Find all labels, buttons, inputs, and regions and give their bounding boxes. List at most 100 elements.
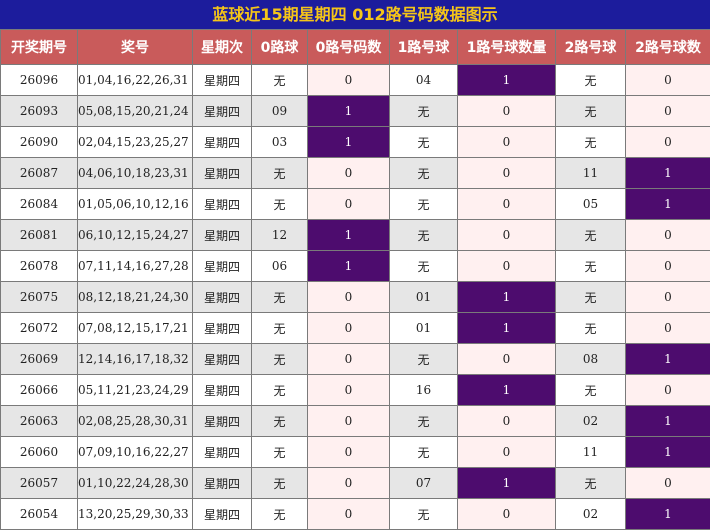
weekday-cell: 星期四 (192, 126, 252, 158)
numbers-cell: 05,11,21,23,24,29 16 (77, 374, 193, 406)
route1-count-cell: 1 (457, 64, 556, 96)
route1-ball-cell: 无 (389, 188, 458, 220)
route0-count-cell: 0 (307, 498, 390, 530)
route1-ball-cell: 无 (389, 95, 458, 127)
route0-count-cell: 0 (307, 405, 390, 437)
header-numbers: 奖号 (77, 29, 193, 65)
header-route0-count: 0路号码数 (307, 29, 390, 65)
issue-cell: 26057 (0, 467, 78, 499)
route1-count-cell: 0 (457, 219, 556, 251)
route1-ball-cell: 无 (389, 405, 458, 437)
route0-ball-cell: 无 (251, 374, 308, 406)
route2-count-cell: 0 (625, 374, 710, 406)
route2-ball-cell: 无 (555, 281, 626, 313)
weekday-cell: 星期四 (192, 343, 252, 375)
numbers-cell: 06,10,12,15,24,27 12 (77, 219, 193, 251)
data-table: 开奖期号 奖号 星期次 0路球 0路号码数 1路号球 1路号球数量 2路号球 2… (0, 29, 710, 530)
table-row: 2608106,10,12,15,24,27 12星期四121无0无0 (0, 219, 710, 251)
table-row: 2609305,08,15,20,21,24 09星期四091无0无0 (0, 95, 710, 127)
weekday-cell: 星期四 (192, 436, 252, 468)
route0-count-cell: 1 (307, 219, 390, 251)
route0-count-cell: 0 (307, 374, 390, 406)
lottery-chart-page: 蓝球近15期星期四 012路号码数据图示 开奖期号 奖号 星期次 0路球 0路号… (0, 0, 710, 530)
numbers-cell: 07,09,10,16,22,27 11 (77, 436, 193, 468)
route2-ball-cell: 无 (555, 250, 626, 282)
table-row: 2606302,08,25,28,30,31 02星期四无0无0021 (0, 405, 710, 437)
route0-count-cell: 0 (307, 281, 390, 313)
header-row: 开奖期号 奖号 星期次 0路球 0路号码数 1路号球 1路号球数量 2路号球 2… (0, 29, 710, 65)
route1-count-cell: 0 (457, 95, 556, 127)
weekday-cell: 星期四 (192, 64, 252, 96)
route1-ball-cell: 无 (389, 436, 458, 468)
table-row: 2607207,08,12,15,17,21 01星期四无0011无0 (0, 312, 710, 344)
route1-count-cell: 0 (457, 405, 556, 437)
route1-ball-cell: 16 (389, 374, 458, 406)
header-route1-count: 1路号球数量 (457, 29, 556, 65)
issue-cell: 26078 (0, 250, 78, 282)
route2-ball-cell: 无 (555, 95, 626, 127)
table-row: 2609002,04,15,23,25,27 03星期四031无0无0 (0, 126, 710, 158)
route2-ball-cell: 无 (555, 64, 626, 96)
weekday-cell: 星期四 (192, 467, 252, 499)
issue-cell: 26063 (0, 405, 78, 437)
weekday-cell: 星期四 (192, 157, 252, 189)
route0-count-cell: 1 (307, 126, 390, 158)
route1-count-cell: 1 (457, 467, 556, 499)
route0-ball-cell: 无 (251, 188, 308, 220)
weekday-cell: 星期四 (192, 312, 252, 344)
issue-cell: 26069 (0, 343, 78, 375)
issue-cell: 26054 (0, 498, 78, 530)
route1-count-cell: 0 (457, 126, 556, 158)
issue-cell: 26087 (0, 157, 78, 189)
issue-cell: 26084 (0, 188, 78, 220)
route2-count-cell: 1 (625, 343, 710, 375)
weekday-cell: 星期四 (192, 250, 252, 282)
weekday-cell: 星期四 (192, 498, 252, 530)
route1-ball-cell: 无 (389, 343, 458, 375)
route0-count-cell: 1 (307, 250, 390, 282)
route0-ball-cell: 09 (251, 95, 308, 127)
issue-cell: 26060 (0, 436, 78, 468)
header-route0-ball: 0路球 (251, 29, 308, 65)
numbers-cell: 01,10,22,24,28,30 07 (77, 467, 193, 499)
route1-count-cell: 1 (457, 312, 556, 344)
table-row: 2609601,04,16,22,26,31 04星期四无0041无0 (0, 64, 710, 96)
route0-ball-cell: 06 (251, 250, 308, 282)
route2-ball-cell: 无 (555, 374, 626, 406)
route1-ball-cell: 无 (389, 219, 458, 251)
numbers-cell: 12,14,16,17,18,32 08 (77, 343, 193, 375)
route1-ball-cell: 01 (389, 281, 458, 313)
header-weekday: 星期次 (192, 29, 252, 65)
route0-count-cell: 0 (307, 312, 390, 344)
route2-ball-cell: 02 (555, 498, 626, 530)
route0-ball-cell: 无 (251, 498, 308, 530)
route2-count-cell: 1 (625, 498, 710, 530)
header-issue: 开奖期号 (0, 29, 78, 65)
numbers-cell: 02,08,25,28,30,31 02 (77, 405, 193, 437)
route0-count-cell: 0 (307, 64, 390, 96)
weekday-cell: 星期四 (192, 188, 252, 220)
route1-ball-cell: 07 (389, 467, 458, 499)
route0-ball-cell: 无 (251, 436, 308, 468)
route2-ball-cell: 02 (555, 405, 626, 437)
route0-ball-cell: 12 (251, 219, 308, 251)
weekday-cell: 星期四 (192, 95, 252, 127)
header-route1-ball: 1路号球 (389, 29, 458, 65)
route2-count-cell: 0 (625, 219, 710, 251)
table-row: 2607807,11,14,16,27,28 06星期四061无0无0 (0, 250, 710, 282)
table-row: 2605701,10,22,24,28,30 07星期四无0071无0 (0, 467, 710, 499)
chart-title: 蓝球近15期星期四 012路号码数据图示 (0, 0, 710, 29)
issue-cell: 26093 (0, 95, 78, 127)
issue-cell: 26072 (0, 312, 78, 344)
route1-ball-cell: 无 (389, 498, 458, 530)
weekday-cell: 星期四 (192, 219, 252, 251)
route2-count-cell: 1 (625, 436, 710, 468)
route2-ball-cell: 11 (555, 436, 626, 468)
route1-ball-cell: 01 (389, 312, 458, 344)
numbers-cell: 07,11,14,16,27,28 06 (77, 250, 193, 282)
route2-ball-cell: 无 (555, 467, 626, 499)
route1-ball-cell: 无 (389, 250, 458, 282)
route0-count-cell: 0 (307, 436, 390, 468)
table-row: 2606007,09,10,16,22,27 11星期四无0无0111 (0, 436, 710, 468)
route2-ball-cell: 无 (555, 312, 626, 344)
